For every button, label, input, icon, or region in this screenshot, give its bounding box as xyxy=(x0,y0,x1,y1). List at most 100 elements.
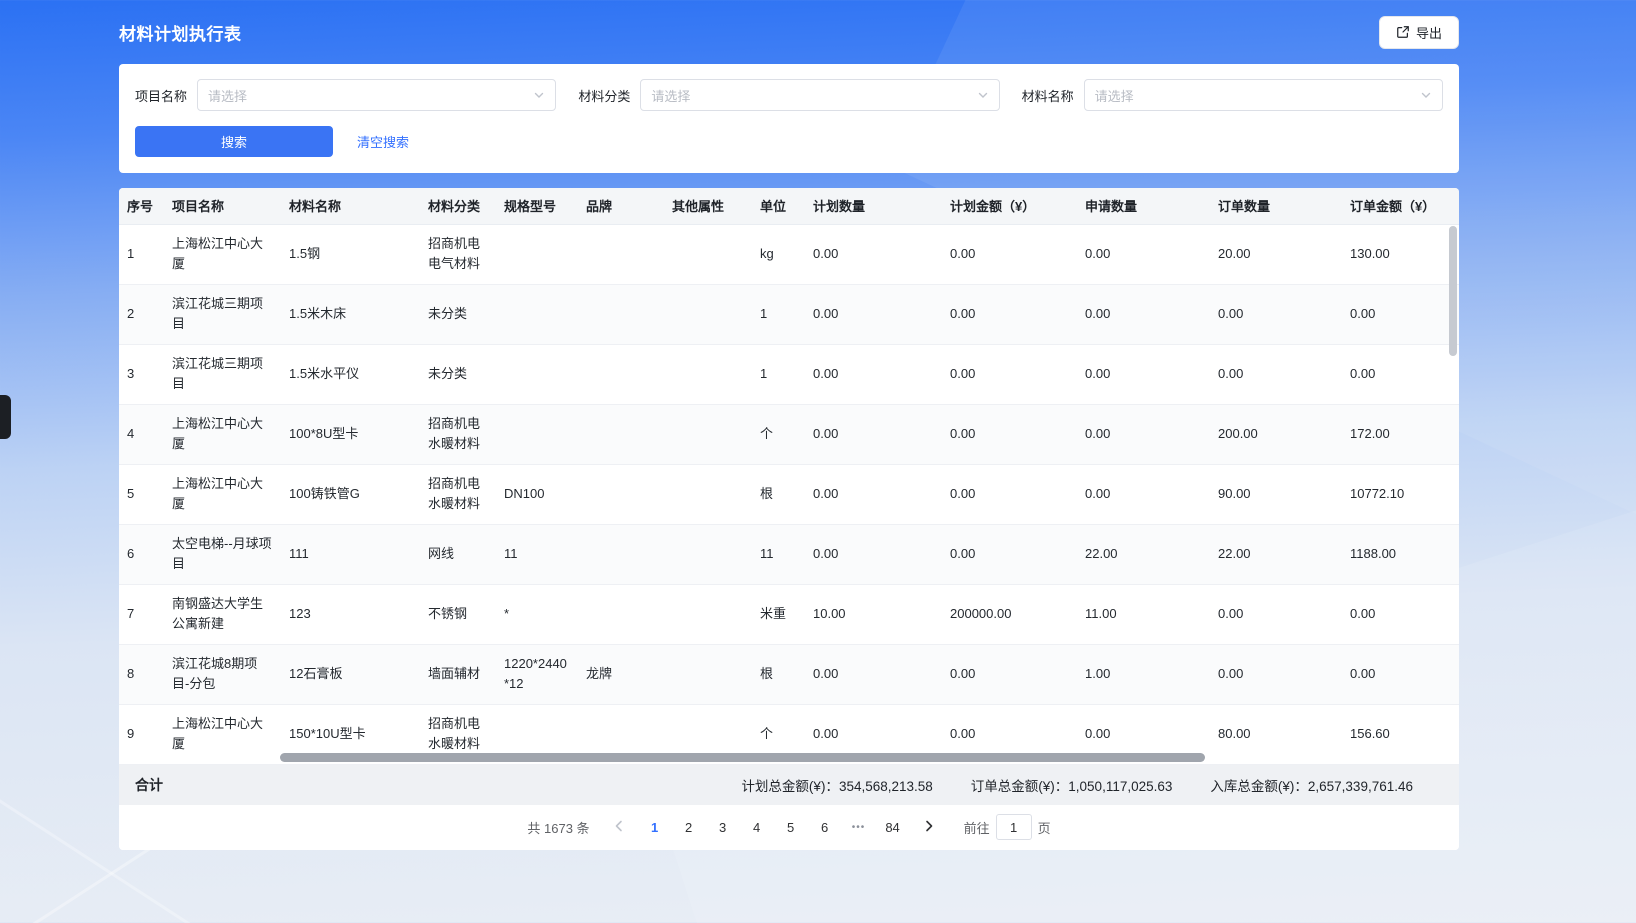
table-cell xyxy=(496,404,578,464)
chevron-right-icon xyxy=(922,819,936,836)
table-cell: 未分类 xyxy=(420,344,496,404)
table-body: 1上海松江中心大厦1.5钢招商机电电气材料kg0.000.000.0020.00… xyxy=(119,224,1459,764)
table-cell: 不锈钢 xyxy=(420,584,496,644)
clear-search-link[interactable]: 清空搜索 xyxy=(357,132,409,151)
pager-page-1[interactable]: 1 xyxy=(641,813,669,841)
table-cell: 招商机电水暖材料 xyxy=(420,404,496,464)
table-cell: 172.00 xyxy=(1342,404,1459,464)
table-cell: 12石膏板 xyxy=(281,644,420,704)
export-icon xyxy=(1396,25,1410,39)
table-cell: 1.5米水平仪 xyxy=(281,344,420,404)
pager-page-3[interactable]: 3 xyxy=(709,813,737,841)
table-cell: 1188.00 xyxy=(1342,524,1459,584)
table-cell: 123 xyxy=(281,584,420,644)
table-cell: * xyxy=(496,584,578,644)
table-cell: 0.00 xyxy=(942,464,1077,524)
next-page-button[interactable] xyxy=(916,819,942,836)
table-cell: 南钢盛达大学生公寓新建 xyxy=(164,584,281,644)
table-cell: 6 xyxy=(119,524,164,584)
table-cell: 根 xyxy=(752,644,805,704)
table-cell: 11 xyxy=(752,524,805,584)
table-cell: 0.00 xyxy=(805,464,942,524)
table-cell: 0.00 xyxy=(1077,344,1210,404)
col-unit: 单位 xyxy=(752,188,805,224)
table-cell: 0.00 xyxy=(1210,584,1342,644)
table-cell xyxy=(578,404,664,464)
search-button[interactable]: 搜索 xyxy=(135,126,333,157)
table-cell: 0.00 xyxy=(1342,284,1459,344)
pager-ellipsis[interactable]: ••• xyxy=(845,813,873,841)
chevron-down-icon xyxy=(1420,89,1432,101)
table-cell: 5 xyxy=(119,464,164,524)
table-cell: 1 xyxy=(752,344,805,404)
prev-page-button[interactable] xyxy=(606,819,632,836)
goto-label: 前往 xyxy=(964,818,990,837)
table-cell xyxy=(664,224,752,284)
table-cell xyxy=(496,284,578,344)
material-name-select[interactable]: 请选择 xyxy=(1084,79,1443,111)
table-cell: 3 xyxy=(119,344,164,404)
table-cell: 0.00 xyxy=(805,524,942,584)
project-name-select[interactable]: 请选择 xyxy=(197,79,556,111)
chevron-left-icon xyxy=(612,819,626,836)
goto-suffix: 页 xyxy=(1038,818,1051,837)
table-row: 5上海松江中心大厦100铸铁管G招商机电水暖材料DN100根0.000.000.… xyxy=(119,464,1459,524)
table-row: 4上海松江中心大厦100*8U型卡招商机电水暖材料个0.000.000.0020… xyxy=(119,404,1459,464)
table-cell: 100*8U型卡 xyxy=(281,404,420,464)
table-cell: 0.00 xyxy=(1210,284,1342,344)
pager-page-4[interactable]: 4 xyxy=(743,813,771,841)
vertical-scrollbar xyxy=(1449,226,1457,746)
col-project-name: 项目名称 xyxy=(164,188,281,224)
table-cell: 111 xyxy=(281,524,420,584)
table-cell: 米重 xyxy=(752,584,805,644)
table-header: 序号 项目名称 材料名称 材料分类 规格型号 品牌 其他属性 单位 计划数量 计… xyxy=(119,188,1459,224)
table-cell: 0.00 xyxy=(805,644,942,704)
material-name-label: 材料名称 xyxy=(1022,86,1074,105)
filter-group-material-name: 材料名称 请选择 xyxy=(1022,79,1443,111)
table-cell xyxy=(664,284,752,344)
material-category-select[interactable]: 请选择 xyxy=(640,79,999,111)
pager-page-5[interactable]: 5 xyxy=(777,813,805,841)
table-cell: 招商机电水暖材料 xyxy=(420,464,496,524)
table-row: 1上海松江中心大厦1.5钢招商机电电气材料kg0.000.000.0020.00… xyxy=(119,224,1459,284)
table-cell: 0.00 xyxy=(805,344,942,404)
table-cell: 上海松江中心大厦 xyxy=(164,464,281,524)
col-spec-model: 规格型号 xyxy=(496,188,578,224)
table-cell xyxy=(664,464,752,524)
table-cell: 未分类 xyxy=(420,284,496,344)
filter-group-project: 项目名称 请选择 xyxy=(135,79,556,111)
sidebar-toggle[interactable] xyxy=(0,395,11,439)
table-cell xyxy=(496,344,578,404)
pager-page-6[interactable]: 6 xyxy=(811,813,839,841)
col-other-attrs: 其他属性 xyxy=(664,188,752,224)
table-cell: 上海松江中心大厦 xyxy=(164,224,281,284)
pager-pages: 123456•••84 xyxy=(638,813,910,841)
table-cell: 根 xyxy=(752,464,805,524)
table-cell: 滨江花城三期项目 xyxy=(164,344,281,404)
table-row: 8滨江花城8期项目-分包12石膏板墙面辅材1220*2440*12龙牌根0.00… xyxy=(119,644,1459,704)
table-cell xyxy=(664,524,752,584)
table-cell xyxy=(578,344,664,404)
export-button[interactable]: 导出 xyxy=(1379,16,1459,49)
table-cell: 22.00 xyxy=(1210,524,1342,584)
vertical-scrollbar-thumb[interactable] xyxy=(1449,226,1457,356)
table-cell: 11.00 xyxy=(1077,584,1210,644)
table-cell: 1.5钢 xyxy=(281,224,420,284)
pager-page-2[interactable]: 2 xyxy=(675,813,703,841)
horizontal-scrollbar xyxy=(119,753,1459,762)
table-row: 6太空电梯--月球项目111网线11110.000.0022.0022.0011… xyxy=(119,524,1459,584)
col-order-amount: 订单金额（¥） xyxy=(1342,188,1459,224)
col-applied-qty: 申请数量 xyxy=(1077,188,1210,224)
table-cell: 滨江花城8期项目-分包 xyxy=(164,644,281,704)
goto-page-input[interactable] xyxy=(996,814,1032,840)
table-cell: 0.00 xyxy=(1077,404,1210,464)
table-cell: 招商机电电气材料 xyxy=(420,224,496,284)
table-cell: 0.00 xyxy=(1342,644,1459,704)
table-row: 2滨江花城三期项目1.5米木床未分类10.000.000.000.000.00 xyxy=(119,284,1459,344)
table-cell: 0.00 xyxy=(805,224,942,284)
table-cell: 200000.00 xyxy=(942,584,1077,644)
horizontal-scrollbar-thumb[interactable] xyxy=(280,753,1205,762)
table-cell: 1.5米木床 xyxy=(281,284,420,344)
pager-page-84[interactable]: 84 xyxy=(879,813,907,841)
project-name-label: 项目名称 xyxy=(135,86,187,105)
